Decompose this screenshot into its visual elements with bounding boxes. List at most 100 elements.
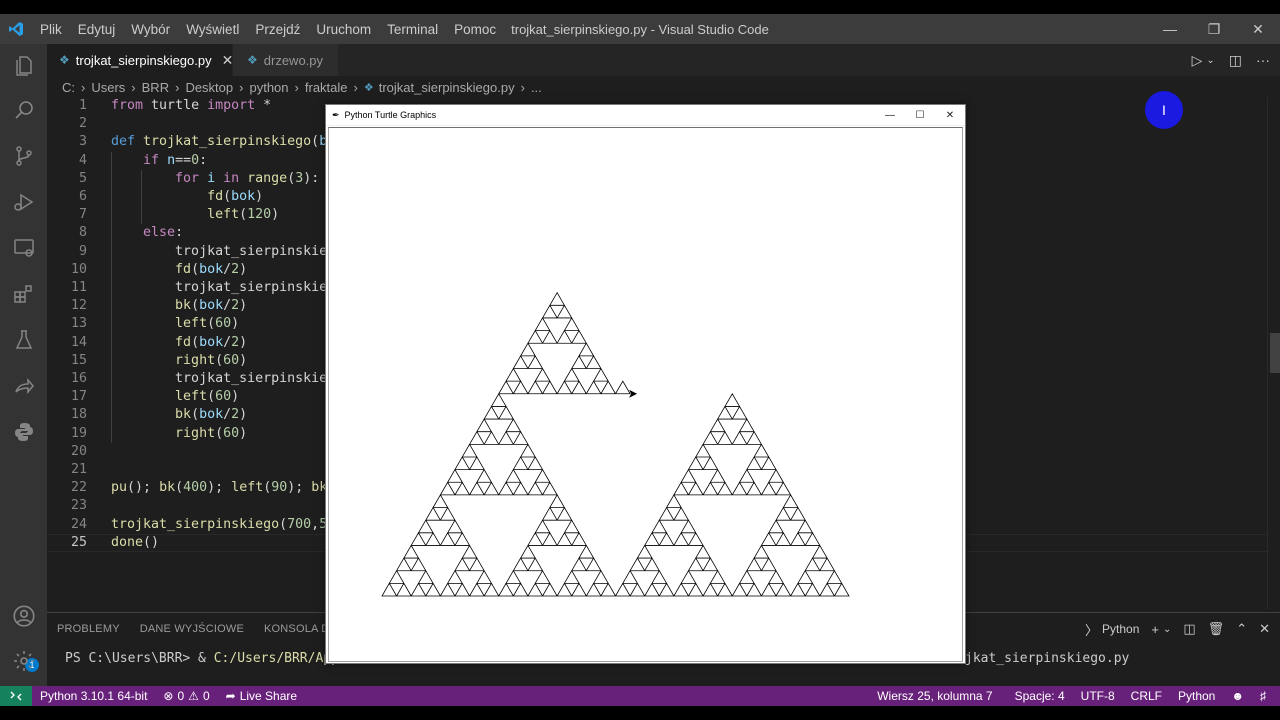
menu-item-1[interactable]: Edytuj — [70, 22, 124, 37]
menu-bar: Plik Edytuj Wybór Wyświetl Przejdź Uruchom Ter… — [32, 14, 504, 44]
scrollbar-thumb[interactable] — [1270, 333, 1280, 373]
new-terminal-icon[interactable]: + — [1151, 622, 1159, 637]
breadcrumb-item[interactable]: BRR — [142, 80, 169, 95]
python-file-icon: ❖ — [247, 53, 258, 67]
more-actions-icon[interactable]: ··· — [1256, 52, 1270, 68]
editor-scrollbar[interactable] — [1267, 97, 1280, 609]
tab-actions: ▷ ⌄ ◫ ··· — [1192, 44, 1270, 76]
search-icon[interactable] — [0, 88, 47, 132]
language-mode[interactable]: Python — [1170, 689, 1223, 703]
terminal-output[interactable]: PS C:\Users\BRR> & C:/Users/BRR/App — [65, 651, 339, 666]
line-number: 23 — [70, 498, 87, 514]
python-file-icon: ❖ — [363, 81, 374, 94]
code-text: trojkat_sierpinskiego(700,5) — [111, 516, 335, 532]
tab-trojkat-sierpinskiego[interactable]: ❖ trojkat_sierpinskiego.py ✕ — [47, 44, 233, 76]
extensions-icon[interactable] — [0, 272, 47, 316]
panel-tab[interactable]: DANE WYJŚCIOWE — [130, 623, 254, 635]
split-terminal-icon[interactable]: ◫ — [1183, 621, 1195, 637]
breadcrumb-item[interactable]: trojkat_sierpinskiego.py — [379, 80, 515, 95]
menu-item-5[interactable]: Uruchom — [308, 22, 379, 37]
python-file-icon: ❖ — [59, 53, 70, 67]
breadcrumb-item[interactable]: python — [249, 80, 288, 95]
minimize-icon[interactable]: — — [875, 105, 905, 126]
terminal-tail: jkat_sierpinskiego.py — [965, 651, 1130, 666]
menu-item-4[interactable]: Przejdź — [247, 22, 308, 37]
run-debug-icon[interactable] — [0, 180, 47, 224]
remote-explorer-icon[interactable] — [0, 226, 47, 270]
code-text: left(60) — [175, 389, 240, 405]
chevron-right-icon: › — [175, 79, 180, 95]
bottom-letterbox — [0, 706, 1280, 720]
live-share-button[interactable]: ➦ Live Share — [218, 689, 305, 703]
menu-item-6[interactable]: Terminal — [379, 22, 446, 37]
code-text: else: — [143, 225, 184, 241]
source-control-icon[interactable] — [0, 134, 47, 178]
remote-indicator-icon[interactable] — [0, 686, 32, 706]
problems-indicator[interactable]: ⊗ 0 ⚠ 0 — [155, 689, 217, 703]
line-number: 2 — [78, 116, 87, 132]
breadcrumb-item[interactable]: C: — [62, 80, 75, 95]
breadcrumb-item[interactable]: fraktale — [305, 80, 348, 95]
chevron-right-icon: › — [81, 79, 86, 95]
line-number: 25 — [70, 534, 87, 550]
feather-icon: ✒ — [332, 109, 340, 120]
turtle-graphics-window[interactable]: ✒ Python Turtle Graphics — ☐ ✕ — [325, 104, 966, 664]
notifications-bell-icon[interactable]: ♯ — [1252, 689, 1274, 703]
cursor-position[interactable]: Wiersz 25, kolumna 7 — [869, 689, 1000, 703]
turtle-canvas[interactable] — [328, 127, 963, 662]
breadcrumb-item[interactable]: Desktop — [185, 80, 233, 95]
line-number: 20 — [70, 443, 87, 459]
code-text: if n==0: — [143, 152, 208, 168]
encoding[interactable]: UTF-8 — [1073, 689, 1123, 703]
split-editor-icon[interactable]: ◫ — [1229, 52, 1242, 69]
minimize-icon[interactable]: — — [1148, 14, 1192, 44]
run-python-file-icon[interactable]: ▷ — [1192, 52, 1203, 69]
chevron-right-icon: › — [131, 79, 136, 95]
close-panel-icon[interactable]: ✕ — [1259, 621, 1270, 637]
code-text: bk(bok/2) — [175, 298, 248, 314]
close-window-icon[interactable]: ✕ — [1236, 14, 1280, 44]
testing-icon[interactable] — [0, 318, 47, 362]
settings-gear-icon[interactable] — [0, 639, 47, 683]
live-share-icon[interactable] — [0, 364, 47, 408]
python-interpreter[interactable]: Python 3.10.1 64-bit — [32, 689, 155, 703]
menu-item-7[interactable]: Pomoc — [446, 22, 504, 37]
chevron-up-icon[interactable]: ⌃ — [1236, 621, 1247, 637]
code-text: for i in range(3): — [175, 170, 320, 186]
line-number: 19 — [70, 425, 87, 441]
files-icon[interactable] — [0, 44, 47, 88]
restore-icon[interactable]: ❐ — [1192, 14, 1236, 44]
code-text: def trojkat_sierpinskiego(bok — [111, 134, 343, 150]
indentation[interactable]: Spacje: 4 — [1007, 689, 1073, 703]
menu-item-2[interactable]: Wybór — [123, 22, 178, 37]
end-of-line[interactable]: CRLF — [1123, 689, 1170, 703]
code-text: trojkat_sierpinskiego — [175, 371, 344, 386]
account-icon[interactable] — [0, 594, 47, 638]
menu-item-3[interactable]: Wyświetl — [178, 22, 247, 37]
tab-drzewo[interactable]: ❖ drzewo.py — [233, 44, 339, 76]
trash-icon[interactable]: 🗑 — [1208, 621, 1225, 637]
chevron-down-icon[interactable]: ⌄ — [1163, 624, 1171, 635]
close-window-icon[interactable]: ✕ — [935, 105, 965, 126]
indent-guide — [141, 169, 142, 225]
warning-count: 0 — [202, 689, 210, 703]
panel-actions: 〉 Python + ⌄ ◫ 🗑 ⌃ ✕ — [1085, 613, 1270, 645]
vscode-logo-icon — [0, 14, 32, 44]
breadcrumb-item[interactable]: ... — [531, 80, 542, 95]
panel-tabs: PROBLEMY DANE WYJŚCIOWE KONSOLA DEBU — [47, 613, 363, 645]
python-icon[interactable] — [0, 410, 47, 454]
maximize-icon[interactable]: ☐ — [905, 105, 935, 126]
terminal-path: C:/Users/BRR/App — [213, 651, 339, 666]
feedback-icon[interactable]: ☻ — [1223, 689, 1252, 703]
chevron-down-icon[interactable]: ⌄ — [1206, 55, 1214, 66]
panel-tab[interactable]: PROBLEMY — [47, 623, 130, 635]
code-text: right(60) — [175, 425, 248, 441]
breadcrumb-item[interactable]: Users — [91, 80, 125, 95]
line-number: 24 — [70, 516, 87, 532]
code-text: left(120) — [207, 207, 280, 223]
close-tab-icon[interactable]: ✕ — [222, 52, 234, 69]
terminal-name[interactable]: Python — [1102, 622, 1139, 636]
code-text: trojkat_sierpinskiego — [175, 280, 344, 295]
turtle-title-bar[interactable]: ✒ Python Turtle Graphics — ☐ ✕ — [326, 105, 965, 126]
menu-item-0[interactable]: Plik — [32, 22, 70, 37]
